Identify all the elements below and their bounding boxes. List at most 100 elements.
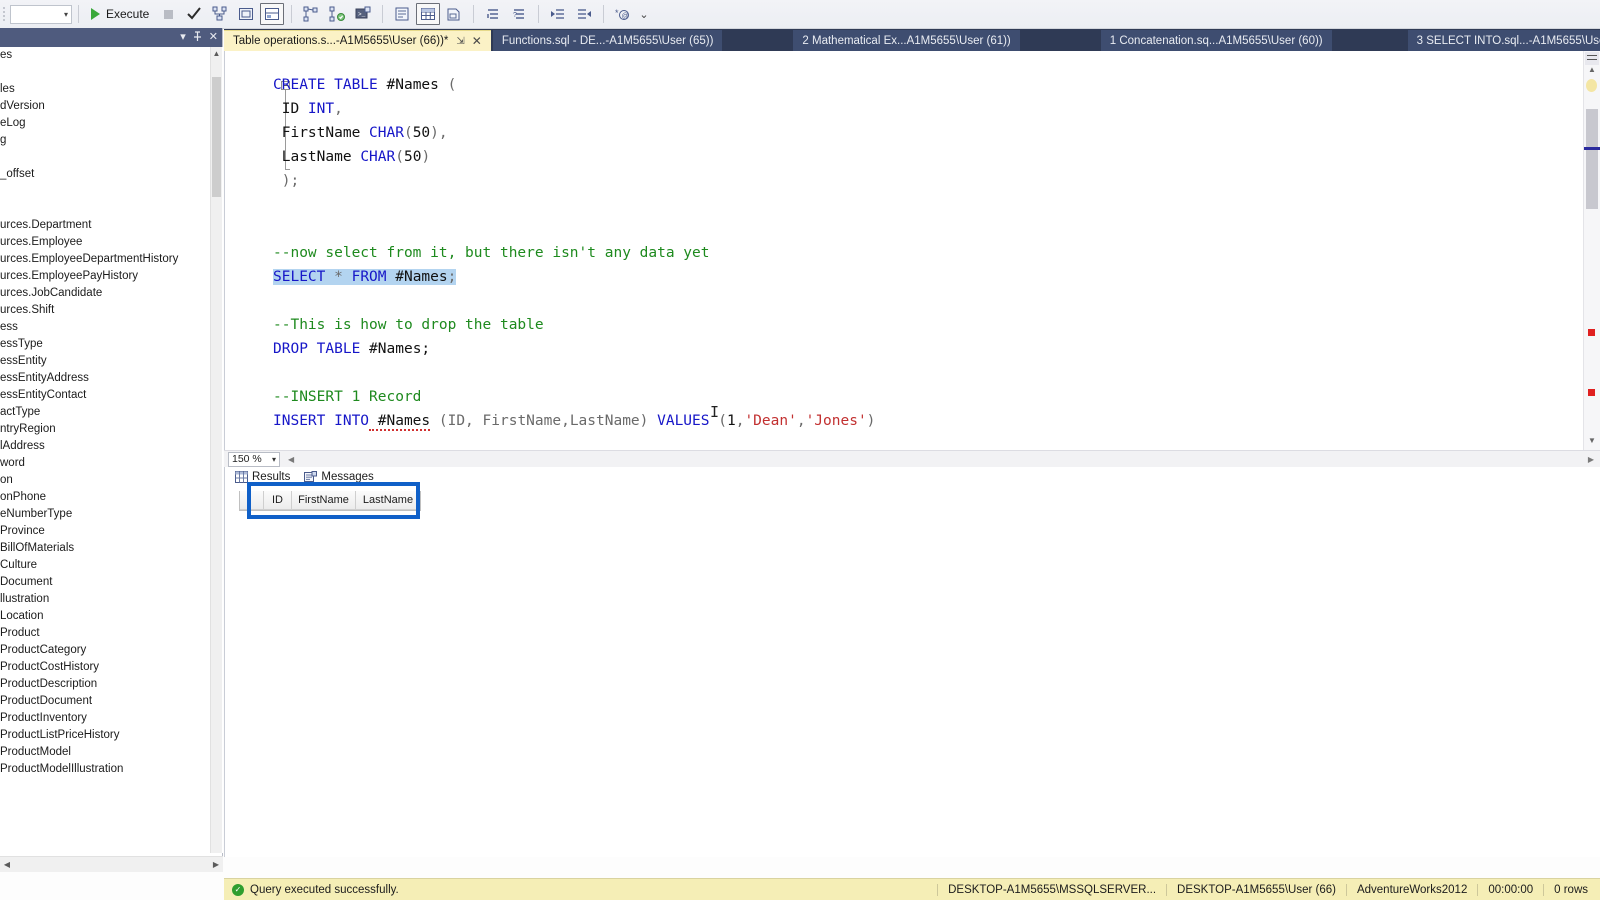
code-line[interactable]	[273, 289, 1573, 313]
object-explorer-item[interactable]: g	[0, 132, 212, 149]
object-explorer-item[interactable]: essType	[0, 336, 212, 353]
code-line[interactable]: --now select from it, but there isn't an…	[273, 241, 1573, 265]
chevron-down-icon[interactable]: ▾	[180, 32, 186, 43]
comment-lines-button[interactable]	[481, 3, 505, 25]
sql-editor[interactable]: CREATE TABLE #Names ( ID INT, FirstName …	[224, 51, 1600, 450]
code-line[interactable]: INSERT INTO #Names (ID, FirstName,LastNa…	[273, 409, 1573, 433]
object-explorer-item[interactable]: urces.JobCandidate	[0, 285, 212, 302]
include-actual-execution-plan-button[interactable]	[260, 3, 285, 25]
code-line[interactable]: LastName CHAR(50)	[273, 145, 1573, 169]
query-options-button[interactable]	[234, 3, 258, 25]
specify-template-parameters-button[interactable]: * @	[611, 3, 635, 25]
scroll-right-icon[interactable]: ▶	[209, 860, 223, 869]
grid-corner-cell[interactable]	[240, 491, 264, 510]
editor-tab[interactable]: Functions.sql - DE...-A1M5655\User (65))	[492, 30, 723, 51]
object-explorer-item[interactable]	[0, 64, 212, 81]
object-explorer-item[interactable]: urces.Shift	[0, 302, 212, 319]
close-icon[interactable]: ✕	[472, 34, 482, 48]
scroll-right-icon[interactable]: ▶	[1588, 455, 1594, 464]
column-header-id[interactable]: ID	[264, 491, 292, 510]
object-explorer-item[interactable]: urces.Employee	[0, 234, 212, 251]
scroll-up-icon[interactable]: ▲	[211, 47, 222, 60]
object-explorer-item[interactable]	[0, 200, 212, 217]
split-editor-handle[interactable]	[1585, 52, 1599, 65]
object-explorer-vertical-scrollbar[interactable]: ▲	[210, 47, 222, 853]
object-explorer-item[interactable]: Culture	[0, 557, 212, 574]
code-line[interactable]: SELECT * FROM #Names;	[273, 265, 1573, 289]
pin-icon[interactable]: ⇲	[456, 36, 464, 47]
object-explorer-item[interactable]: BillOfMaterials	[0, 540, 212, 557]
code-line[interactable]: --INSERT 1 Record	[273, 385, 1573, 409]
zoom-level-combo[interactable]: 150 % ▾	[228, 451, 280, 467]
object-explorer-item[interactable]: ProductDescription	[0, 676, 212, 693]
pin-icon[interactable]	[193, 30, 202, 45]
object-explorer-item[interactable]: essEntityAddress	[0, 370, 212, 387]
results-to-text-button[interactable]	[390, 3, 414, 25]
object-explorer-item[interactable]: llustration	[0, 591, 212, 608]
object-explorer-item[interactable]: les	[0, 81, 212, 98]
object-explorer-item[interactable]: _offset	[0, 166, 212, 183]
object-explorer-item[interactable]: urces.EmployeePayHistory	[0, 268, 212, 285]
column-header-firstname[interactable]: FirstName	[292, 491, 356, 510]
editor-tab[interactable]: 1 Concatenation.sq...A1M5655\User (60))	[1100, 30, 1332, 51]
editor-code-text[interactable]: CREATE TABLE #Names ( ID INT, FirstName …	[273, 73, 1573, 433]
code-line[interactable]: FirstName CHAR(50),	[273, 121, 1573, 145]
toolbar-grip[interactable]	[2, 4, 8, 24]
object-explorer-item[interactable]: ProductInventory	[0, 710, 212, 727]
editor-tab[interactable]: Table operations.s...-A1M5655\User (66))…	[224, 30, 491, 51]
column-header-lastname[interactable]: LastName	[356, 491, 420, 510]
object-explorer-item[interactable]: dVersion	[0, 98, 212, 115]
object-explorer-tree[interactable]: es les dVersion eLog g _offset urces.Departmen…	[0, 47, 223, 853]
tab-messages[interactable]: Messages	[304, 471, 374, 483]
object-explorer-item[interactable]: Location	[0, 608, 212, 625]
scroll-left-icon[interactable]: ◀	[0, 860, 14, 869]
object-explorer-item[interactable]: ntryRegion	[0, 421, 212, 438]
scroll-down-icon[interactable]: ▼	[1584, 436, 1600, 448]
execute-button[interactable]: Execute	[85, 3, 155, 25]
scrollbar-thumb[interactable]	[212, 77, 221, 197]
results-grid[interactable]: ID FirstName LastName	[239, 491, 421, 511]
results-to-grid-button[interactable]	[416, 3, 441, 25]
display-estimated-execution-plan-button[interactable]	[208, 3, 232, 25]
object-explorer-item[interactable]: ProductCategory	[0, 642, 212, 659]
code-line[interactable]: --This is how to drop the table	[273, 313, 1573, 337]
close-icon[interactable]: ✕	[209, 32, 218, 43]
editor-folding-margin[interactable]	[241, 51, 290, 450]
object-explorer-item[interactable]: ProductListPriceHistory	[0, 727, 212, 744]
uncomment-lines-button[interactable]: ?	[507, 3, 531, 25]
object-explorer-item[interactable]	[0, 183, 212, 200]
object-explorer-item[interactable]: eNumberType	[0, 506, 212, 523]
object-explorer-item[interactable]: actType	[0, 404, 212, 421]
editor-tab[interactable]: 3 SELECT INTO.sql...-A1M5655\User (64))	[1407, 30, 1600, 51]
toolbar-overflow-button[interactable]: ⌄	[639, 8, 648, 21]
object-explorer-item[interactable]: word	[0, 455, 212, 472]
object-explorer-item[interactable]: urces.Department	[0, 217, 212, 234]
editor-vertical-scrollbar[interactable]: ▲ ▼	[1583, 51, 1600, 450]
database-selector-combo[interactable]: ▾	[10, 4, 72, 24]
include-live-query-stats-button[interactable]	[299, 3, 323, 25]
code-line[interactable]: CREATE TABLE #Names (	[273, 73, 1573, 97]
code-line[interactable]	[273, 361, 1573, 385]
code-line[interactable]: ID INT,	[273, 97, 1573, 121]
object-explorer-item[interactable]: essEntityContact	[0, 387, 212, 404]
parse-button[interactable]	[182, 3, 206, 25]
editor-tab[interactable]: 2 Mathematical Ex...A1M5655\User (61))	[793, 30, 1020, 51]
object-explorer-item[interactable]: ProductDocument	[0, 693, 212, 710]
object-explorer-item[interactable]: ProductModelIllustration	[0, 761, 212, 778]
code-line[interactable]	[273, 193, 1573, 217]
object-explorer-item[interactable]	[0, 149, 212, 166]
object-explorer-item[interactable]: on	[0, 472, 212, 489]
object-explorer-item[interactable]: es	[0, 47, 212, 64]
scroll-up-icon[interactable]: ▲	[1584, 65, 1600, 77]
object-explorer-item[interactable]: Document	[0, 574, 212, 591]
code-line[interactable]: );	[273, 169, 1573, 193]
scroll-left-icon[interactable]: ◀	[288, 455, 294, 464]
code-line[interactable]: DROP TABLE #Names;	[273, 337, 1573, 361]
object-explorer-item[interactable]: Product	[0, 625, 212, 642]
results-to-file-button[interactable]	[442, 3, 466, 25]
object-explorer-horizontal-scrollbar[interactable]: ◀ ▶	[0, 856, 223, 872]
object-explorer-item[interactable]: onPhone	[0, 489, 212, 506]
sqlcmd-mode-button[interactable]: >_	[351, 3, 375, 25]
object-explorer-item[interactable]: lAddress	[0, 438, 212, 455]
object-explorer-item[interactable]: essEntity	[0, 353, 212, 370]
